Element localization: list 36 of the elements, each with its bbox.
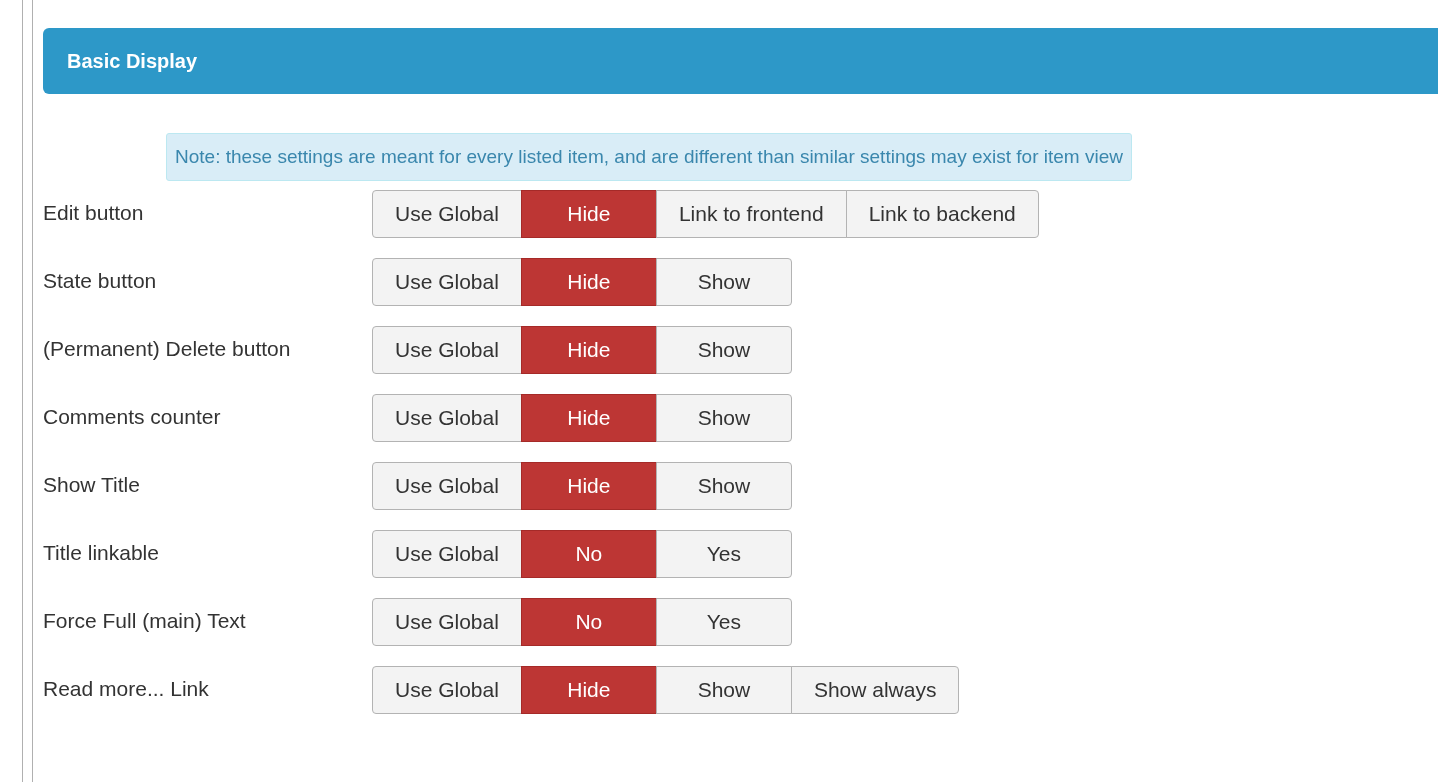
option-button[interactable]: Use Global — [372, 258, 522, 306]
option-button[interactable]: Link to backend — [845, 190, 1039, 238]
option-button[interactable]: Hide — [520, 326, 657, 374]
option-button[interactable]: Use Global — [372, 598, 522, 646]
option-button[interactable]: Use Global — [372, 326, 522, 374]
option-button[interactable]: No — [520, 598, 657, 646]
option-button[interactable]: Use Global — [372, 394, 522, 442]
option-button[interactable]: No — [520, 530, 657, 578]
setting-label: Read more... Link — [43, 676, 210, 701]
setting-label: Show Title — [43, 472, 141, 497]
setting-label: Edit button — [43, 200, 145, 225]
setting-label: Comments counter — [43, 404, 222, 429]
option-button[interactable]: Link to frontend — [655, 190, 847, 238]
option-button[interactable]: Show — [655, 258, 792, 306]
option-button[interactable]: Show always — [790, 666, 960, 714]
option-button[interactable]: Hide — [520, 258, 657, 306]
setting-label: Title linkable — [43, 540, 160, 565]
info-note: Note: these settings are meant for every listed item, and are different than similar settings may exist for item view — [166, 133, 1132, 181]
option-button[interactable]: Use Global — [372, 666, 522, 714]
option-button[interactable]: Yes — [655, 530, 792, 578]
option-button[interactable]: Use Global — [372, 462, 522, 510]
setting-label: State button — [43, 268, 158, 293]
option-button[interactable]: Hide — [520, 666, 657, 714]
option-button[interactable]: Use Global — [372, 190, 522, 238]
option-button[interactable]: Use Global — [372, 530, 522, 578]
setting-label: Force Full (main) Text — [43, 608, 247, 633]
option-button[interactable]: Hide — [520, 462, 657, 510]
option-button[interactable]: Show — [655, 462, 792, 510]
option-button[interactable]: Show — [655, 394, 792, 442]
option-button[interactable]: Hide — [520, 394, 657, 442]
option-button[interactable]: Hide — [520, 190, 657, 238]
option-button[interactable]: Show — [655, 326, 792, 374]
option-button[interactable]: Show — [655, 666, 792, 714]
setting-label: (Permanent) Delete button — [43, 336, 292, 361]
panel-title: Basic Display — [67, 49, 198, 73]
option-button[interactable]: Yes — [655, 598, 792, 646]
